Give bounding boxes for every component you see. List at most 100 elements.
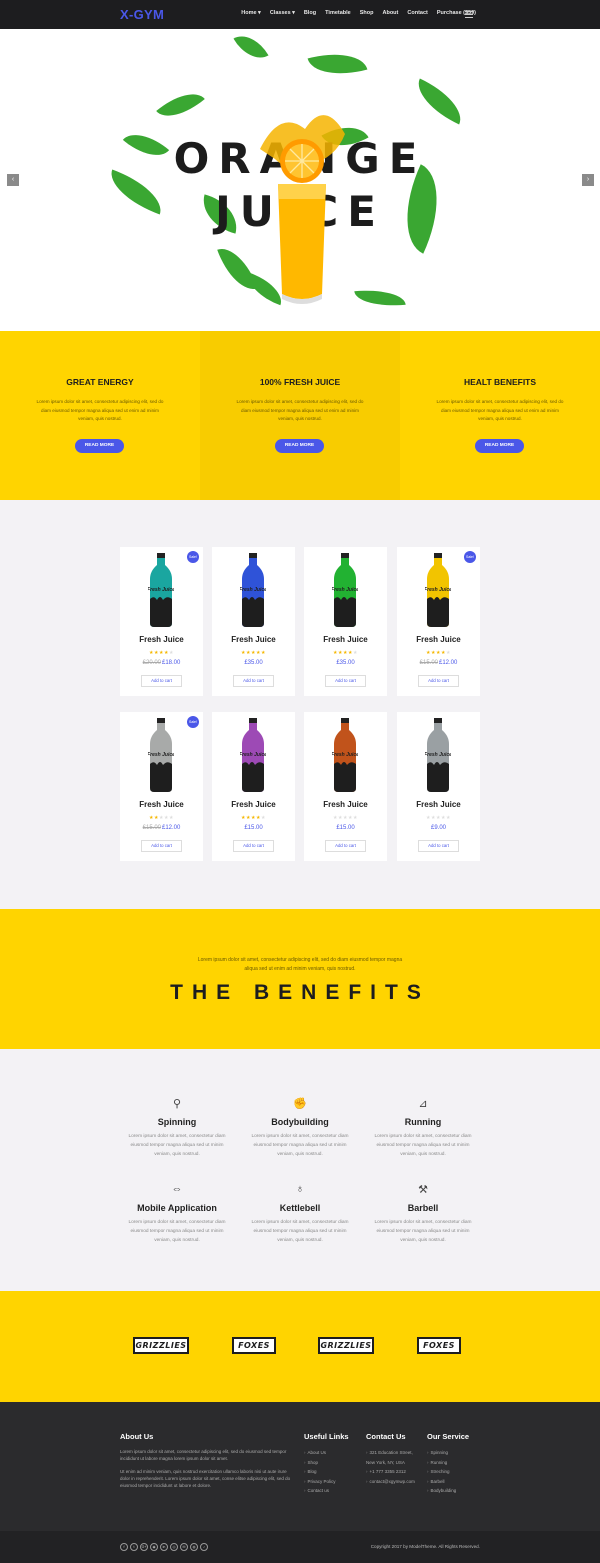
nav-blog[interactable]: Blog xyxy=(304,10,316,16)
twitter-icon[interactable]: t xyxy=(130,1543,138,1551)
juice-bottle-image[interactable]: Fresh Juice xyxy=(332,553,358,627)
product-name[interactable]: Fresh Juice xyxy=(304,635,387,644)
product-name[interactable]: Fresh Juice xyxy=(120,635,203,644)
product-price: £15.00£12.00 xyxy=(120,825,203,831)
footer-link[interactable]: Privacy Policy xyxy=(304,1477,359,1487)
star-rating: ★★★★★ xyxy=(304,650,387,656)
benefits-intro: Lorem ipsum dolor sit amet, consectetur … xyxy=(197,957,403,972)
add-to-cart-button[interactable]: Add to cart xyxy=(141,675,182,687)
nav-home[interactable]: Home ▾ xyxy=(241,10,261,16)
product-name[interactable]: Fresh Juice xyxy=(120,800,203,809)
nav-shop[interactable]: Shop xyxy=(360,10,374,16)
juice-bottle-image[interactable]: Fresh Juice xyxy=(148,718,174,792)
service-text: Lorem ipsum dolor sit amet, consectetur … xyxy=(128,1134,226,1157)
add-to-cart-button[interactable]: Add to cart xyxy=(141,840,182,852)
product-card[interactable]: Fresh Juice Fresh Juice ★★★★★ £35.00 Add to … xyxy=(212,547,295,696)
product-card[interactable]: Fresh Juice Sale! Fresh Juice ★★★★★ £20.00£1… xyxy=(120,547,203,696)
footer-service-link[interactable]: Streching xyxy=(427,1467,487,1477)
hamburger-menu-icon[interactable] xyxy=(465,11,473,20)
juice-bottle-image[interactable]: Fresh Juice xyxy=(240,553,266,627)
product-card[interactable]: Fresh Juice Sale! Fresh Juice ★★★★★ £15.00£1… xyxy=(120,712,203,861)
star-rating: ★★★★★ xyxy=(304,815,387,821)
footer-service-link[interactable]: Running xyxy=(427,1458,487,1468)
bottle-label: Fresh Juice xyxy=(240,752,266,758)
juice-bottle-image[interactable]: Fresh Juice xyxy=(425,718,451,792)
product-name[interactable]: Fresh Juice xyxy=(397,800,480,809)
current-price: £12.00 xyxy=(439,660,458,666)
main-nav: Home ▾ Classes ▾ Blog Timetable Shop Abo… xyxy=(241,10,476,16)
product-name[interactable]: Fresh Juice xyxy=(212,635,295,644)
service-text: Lorem ipsum dolor sit amet, consectetur … xyxy=(374,1134,472,1157)
product-price: £15.00£12.00 xyxy=(397,660,480,666)
footer-heading: Useful Links xyxy=(304,1432,349,1441)
instagram-icon[interactable]: ◎ xyxy=(170,1543,178,1551)
footer-service-link[interactable]: Bodybuilding xyxy=(427,1486,487,1496)
google-plus-icon[interactable]: G+ xyxy=(140,1543,148,1551)
product-card[interactable]: Fresh Juice Fresh Juice ★★★★★ £15.00 Add to … xyxy=(212,712,295,861)
nav-about[interactable]: About xyxy=(382,10,398,16)
add-to-cart-button[interactable]: Add to cart xyxy=(325,675,366,687)
email-icon[interactable]: ✉ xyxy=(180,1543,188,1551)
service-text: Lorem ipsum dolor sit amet, consectetur … xyxy=(251,1220,349,1243)
star-rating: ★★★★★ xyxy=(212,650,295,656)
product-card[interactable]: Fresh Juice Fresh Juice ★★★★★ £15.00 Add to … xyxy=(304,712,387,861)
product-card[interactable]: Fresh Juice Sale! Fresh Juice ★★★★★ £15.00£1… xyxy=(397,547,480,696)
footer-link[interactable]: Shop xyxy=(304,1458,359,1468)
add-to-cart-button[interactable]: Add to cart xyxy=(233,675,274,687)
juice-bottle-image[interactable]: Fresh Juice xyxy=(332,718,358,792)
footer-link[interactable]: Blog xyxy=(304,1467,359,1477)
feature-text: Lorem ipsum dolor sit amet, consectetur … xyxy=(236,399,364,421)
feature-fresh-juice: 100% FRESH JUICE Lorem ipsum dolor sit a… xyxy=(200,331,400,500)
current-price: £35.00 xyxy=(336,660,355,666)
footer-service-link[interactable]: Barbell xyxy=(427,1477,487,1487)
copyright-text: Copyright 2017 by ModelTheme. All Rights… xyxy=(370,1544,480,1549)
add-to-cart-button[interactable]: Add to cart xyxy=(325,840,366,852)
facebook-icon[interactable]: f xyxy=(120,1543,128,1551)
old-price: £15.00 xyxy=(142,825,161,831)
footer-link[interactable]: Contact us xyxy=(304,1486,359,1496)
add-to-cart-button[interactable]: Add to cart xyxy=(233,840,274,852)
benefits-banner: Lorem ipsum dolor sit amet, consectetur … xyxy=(0,909,600,1049)
footer-about-text: Ut enim ad minim veniam, quis nostrud ex… xyxy=(120,1469,291,1488)
product-card[interactable]: Fresh Juice Fresh Juice ★★★★★ £35.00 Add to … xyxy=(304,547,387,696)
add-to-cart-button[interactable]: Add to cart xyxy=(418,840,459,852)
product-name[interactable]: Fresh Juice xyxy=(397,635,480,644)
footer-service-link[interactable]: Spinning xyxy=(427,1448,487,1458)
linkedin-icon[interactable]: in xyxy=(160,1543,168,1551)
skype-icon[interactable]: ◍ xyxy=(190,1543,198,1551)
service-title: Mobile Application xyxy=(137,1203,217,1213)
juice-bottle-image[interactable]: Fresh Juice xyxy=(148,553,174,627)
add-to-cart-button[interactable]: Add to cart xyxy=(418,675,459,687)
product-price: £15.00 xyxy=(212,825,295,831)
nav-contact[interactable]: Contact xyxy=(407,10,427,16)
star-rating: ★★★★★ xyxy=(397,815,480,821)
product-name[interactable]: Fresh Juice xyxy=(304,800,387,809)
old-price: £20.00 xyxy=(142,660,161,666)
star-icon: ★ xyxy=(168,815,174,821)
juice-bottle-image[interactable]: Fresh Juice xyxy=(240,718,266,792)
nav-timetable[interactable]: Timetable xyxy=(325,10,351,16)
feature-title: 100% FRESH JUICE xyxy=(259,377,341,387)
nav-classes[interactable]: Classes ▾ xyxy=(270,10,295,16)
star-rating: ★★★★★ xyxy=(212,815,295,821)
bottle-label: Fresh Juice xyxy=(148,752,174,758)
product-card[interactable]: Fresh Juice Fresh Juice ★★★★★ £9.00 Add to c… xyxy=(397,712,480,861)
dribbble-icon[interactable]: ◉ xyxy=(150,1543,158,1551)
site-footer: About Us Lorem ipsum dolor sit amet, con… xyxy=(0,1402,600,1531)
service-kettlebell: ♁ Kettlebell Lorem ipsum dolor sit amet,… xyxy=(245,1183,355,1245)
soundcloud-icon[interactable]: ♪ xyxy=(200,1543,208,1551)
read-more-button[interactable]: READ MORE xyxy=(75,439,124,453)
feature-text: Lorem ipsum dolor sit amet, consectetur … xyxy=(436,399,564,421)
juice-bottle-image[interactable]: Fresh Juice xyxy=(425,553,451,627)
footer-link[interactable]: About Us xyxy=(304,1448,359,1458)
product-name[interactable]: Fresh Juice xyxy=(212,800,295,809)
footer-phone: +1 777 3355 2312 xyxy=(366,1467,422,1477)
current-price: £15.00 xyxy=(244,825,263,831)
logo[interactable]: X-GYM xyxy=(120,7,164,22)
treadmill-icon: ⊿ xyxy=(418,1098,428,1110)
read-more-button[interactable]: READ MORE xyxy=(475,439,524,453)
footer-email[interactable]: contact@xgymwp.com xyxy=(366,1477,422,1487)
feature-health-benefits: HEALT BENEFITS Lorem ipsum dolor sit ame… xyxy=(400,331,600,500)
star-icon: ★ xyxy=(260,650,266,656)
read-more-button[interactable]: READ MORE xyxy=(275,439,324,453)
